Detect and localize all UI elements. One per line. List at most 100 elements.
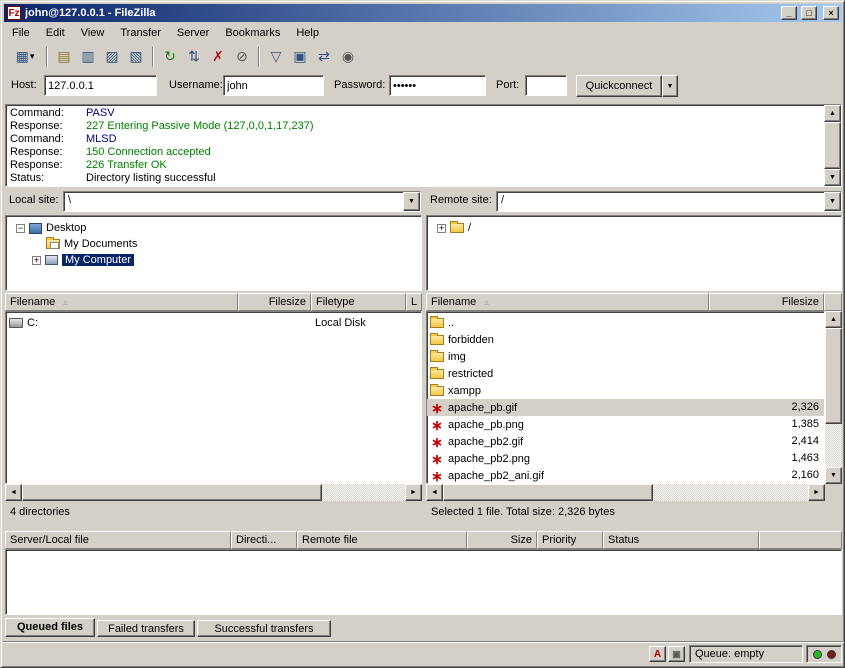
local-site-value: \ <box>64 192 403 211</box>
tab-successful-transfers[interactable]: Successful transfers <box>197 620 331 637</box>
collapse-icon[interactable]: − <box>16 224 25 233</box>
scrollbar-thumb[interactable] <box>443 484 653 501</box>
minimize-button[interactable]: _ <box>781 6 797 20</box>
column-header-priority[interactable]: Priority <box>537 531 603 549</box>
scroll-right-button[interactable]: ► <box>405 484 422 501</box>
local-tree[interactable]: − Desktop My Documents + My Computer <box>5 215 422 291</box>
maximize-button[interactable]: □ <box>801 6 817 20</box>
expand-icon[interactable]: + <box>32 256 41 265</box>
local-tree-icon: ▥ <box>81 48 94 65</box>
remote-file-list[interactable]: .. forbidden img restricted xampp ∗apach… <box>426 311 825 484</box>
scroll-down-button[interactable]: ▼ <box>824 169 841 186</box>
site-manager-icon: ▦ <box>16 48 29 65</box>
file-row[interactable]: xampp <box>427 382 824 399</box>
column-header-lastmodified[interactable]: L <box>406 293 422 311</box>
folder-icon <box>430 352 444 362</box>
column-header-direction[interactable]: Directi... <box>231 531 297 549</box>
close-button[interactable]: × <box>823 6 839 20</box>
file-row[interactable]: ∗apache_pb2_ani.gif 2,160 <box>427 467 824 484</box>
scroll-left-button[interactable]: ◄ <box>426 484 443 501</box>
column-header-filename[interactable]: Filename▵ <box>5 293 238 311</box>
tab-queued-files[interactable]: Queued files <box>5 618 95 637</box>
scrollbar-thumb[interactable] <box>824 122 841 169</box>
column-header-size[interactable]: Size <box>467 531 537 549</box>
scrollbar-thumb[interactable] <box>825 328 842 424</box>
toggle-local-tree-button[interactable]: ▥ <box>76 45 100 69</box>
scroll-down-button[interactable]: ▼ <box>825 467 842 484</box>
toggle-queue-button[interactable]: ▧ <box>124 45 148 69</box>
dropdown-arrow-icon[interactable]: ▼ <box>824 192 841 211</box>
scroll-right-button[interactable]: ► <box>808 484 825 501</box>
column-header-filename[interactable]: Filename▵ <box>426 293 709 311</box>
column-header-server-local-file[interactable]: Server/Local file <box>5 531 231 549</box>
host-input[interactable] <box>44 75 157 96</box>
file-row[interactable]: forbidden <box>427 331 824 348</box>
column-header-status[interactable]: Status <box>603 531 759 549</box>
tree-item-my-documents[interactable]: My Documents <box>6 236 421 252</box>
file-row[interactable]: .. <box>427 314 824 331</box>
file-row[interactable]: ∗apache_pb.png 1,385 <box>427 416 824 433</box>
local-site-combo[interactable]: \ ▼ <box>63 191 421 212</box>
process-queue-button[interactable]: ⇅ <box>182 45 206 69</box>
site-manager-button[interactable]: ▦ ▾ <box>8 45 42 69</box>
cancel-button[interactable]: ✗ <box>206 45 230 69</box>
column-header-filetype[interactable]: Filetype <box>311 293 406 311</box>
remote-vscrollbar[interactable]: ▲ ▼ <box>825 311 842 484</box>
menu-server[interactable]: Server <box>169 24 217 42</box>
file-row[interactable]: ∗apache_pb2.png 1,463 <box>427 450 824 467</box>
remote-site-combo[interactable]: / ▼ <box>496 191 842 212</box>
scroll-up-button[interactable]: ▲ <box>825 311 842 328</box>
refresh-button[interactable]: ↻ <box>158 45 182 69</box>
menu-help[interactable]: Help <box>288 24 327 42</box>
file-row[interactable]: ∗apache_pb2.gif 2,414 <box>427 433 824 450</box>
tree-item-desktop[interactable]: − Desktop <box>6 220 421 236</box>
directory-comparison-button[interactable]: ▣ <box>288 45 312 69</box>
remote-hscrollbar[interactable]: ◄ ► <box>426 484 825 501</box>
transfer-type-indicator[interactable]: A <box>649 646 666 662</box>
local-hscrollbar[interactable]: ◄ ► <box>5 484 422 501</box>
menu-view[interactable]: View <box>73 24 113 42</box>
menu-file[interactable]: File <box>4 24 38 42</box>
log-scrollbar[interactable]: ▲ ▼ <box>824 105 841 186</box>
column-header-filesize[interactable]: Filesize <box>709 293 824 311</box>
file-row[interactable]: img <box>427 348 824 365</box>
disconnect-button[interactable]: ⊘ <box>230 45 254 69</box>
synchronized-browsing-button[interactable]: ⇄ <box>312 45 336 69</box>
port-input[interactable] <box>525 75 567 96</box>
menu-edit[interactable]: Edit <box>38 24 73 42</box>
queue-view-icon: ▧ <box>129 48 142 65</box>
expand-icon[interactable]: + <box>437 224 446 233</box>
filter-button[interactable]: ▽ <box>264 45 288 69</box>
menu-bookmarks[interactable]: Bookmarks <box>217 24 288 42</box>
column-header-filesize[interactable]: Filesize <box>238 293 311 311</box>
folder-icon <box>430 335 444 345</box>
tree-item-root[interactable]: + / <box>427 220 841 236</box>
find-button[interactable]: ◉ <box>336 45 360 69</box>
column-header-remote-file[interactable]: Remote file <box>297 531 467 549</box>
toggle-remote-tree-button[interactable]: ▨ <box>100 45 124 69</box>
file-row-selected[interactable]: ∗apache_pb.gif 2,326 <box>427 399 824 416</box>
file-row[interactable]: restricted <box>427 365 824 382</box>
file-row[interactable]: C: Local Disk <box>6 314 421 331</box>
menu-transfer[interactable]: Transfer <box>112 24 169 42</box>
scroll-left-button[interactable]: ◄ <box>5 484 22 501</box>
tree-item-my-computer[interactable]: + My Computer <box>6 252 421 268</box>
toggle-message-log-button[interactable]: ▤ <box>52 45 76 69</box>
quickconnect-button[interactable]: Quickconnect <box>576 75 662 97</box>
password-input[interactable] <box>389 75 486 96</box>
scrollbar-thumb[interactable] <box>22 484 322 501</box>
disconnect-icon: ⊘ <box>236 48 248 65</box>
queue-header: Server/Local file Directi... Remote file… <box>5 531 842 549</box>
message-log[interactable]: Command:PASV Response:227 Entering Passi… <box>5 104 842 187</box>
toolbar-separator <box>46 47 48 67</box>
queue-list[interactable] <box>5 549 842 615</box>
remote-list-header: Filename▵ Filesize <box>426 293 842 311</box>
local-file-list[interactable]: C: Local Disk <box>5 311 422 484</box>
dropdown-arrow-icon[interactable]: ▼ <box>403 192 420 211</box>
speed-limits-indicator[interactable]: ▣ <box>668 646 685 662</box>
username-input[interactable] <box>223 75 324 96</box>
tab-failed-transfers[interactable]: Failed transfers <box>97 620 195 637</box>
remote-tree[interactable]: + / <box>426 215 842 291</box>
scroll-up-button[interactable]: ▲ <box>824 105 841 122</box>
quickconnect-dropdown-button[interactable]: ▼ <box>662 75 678 97</box>
